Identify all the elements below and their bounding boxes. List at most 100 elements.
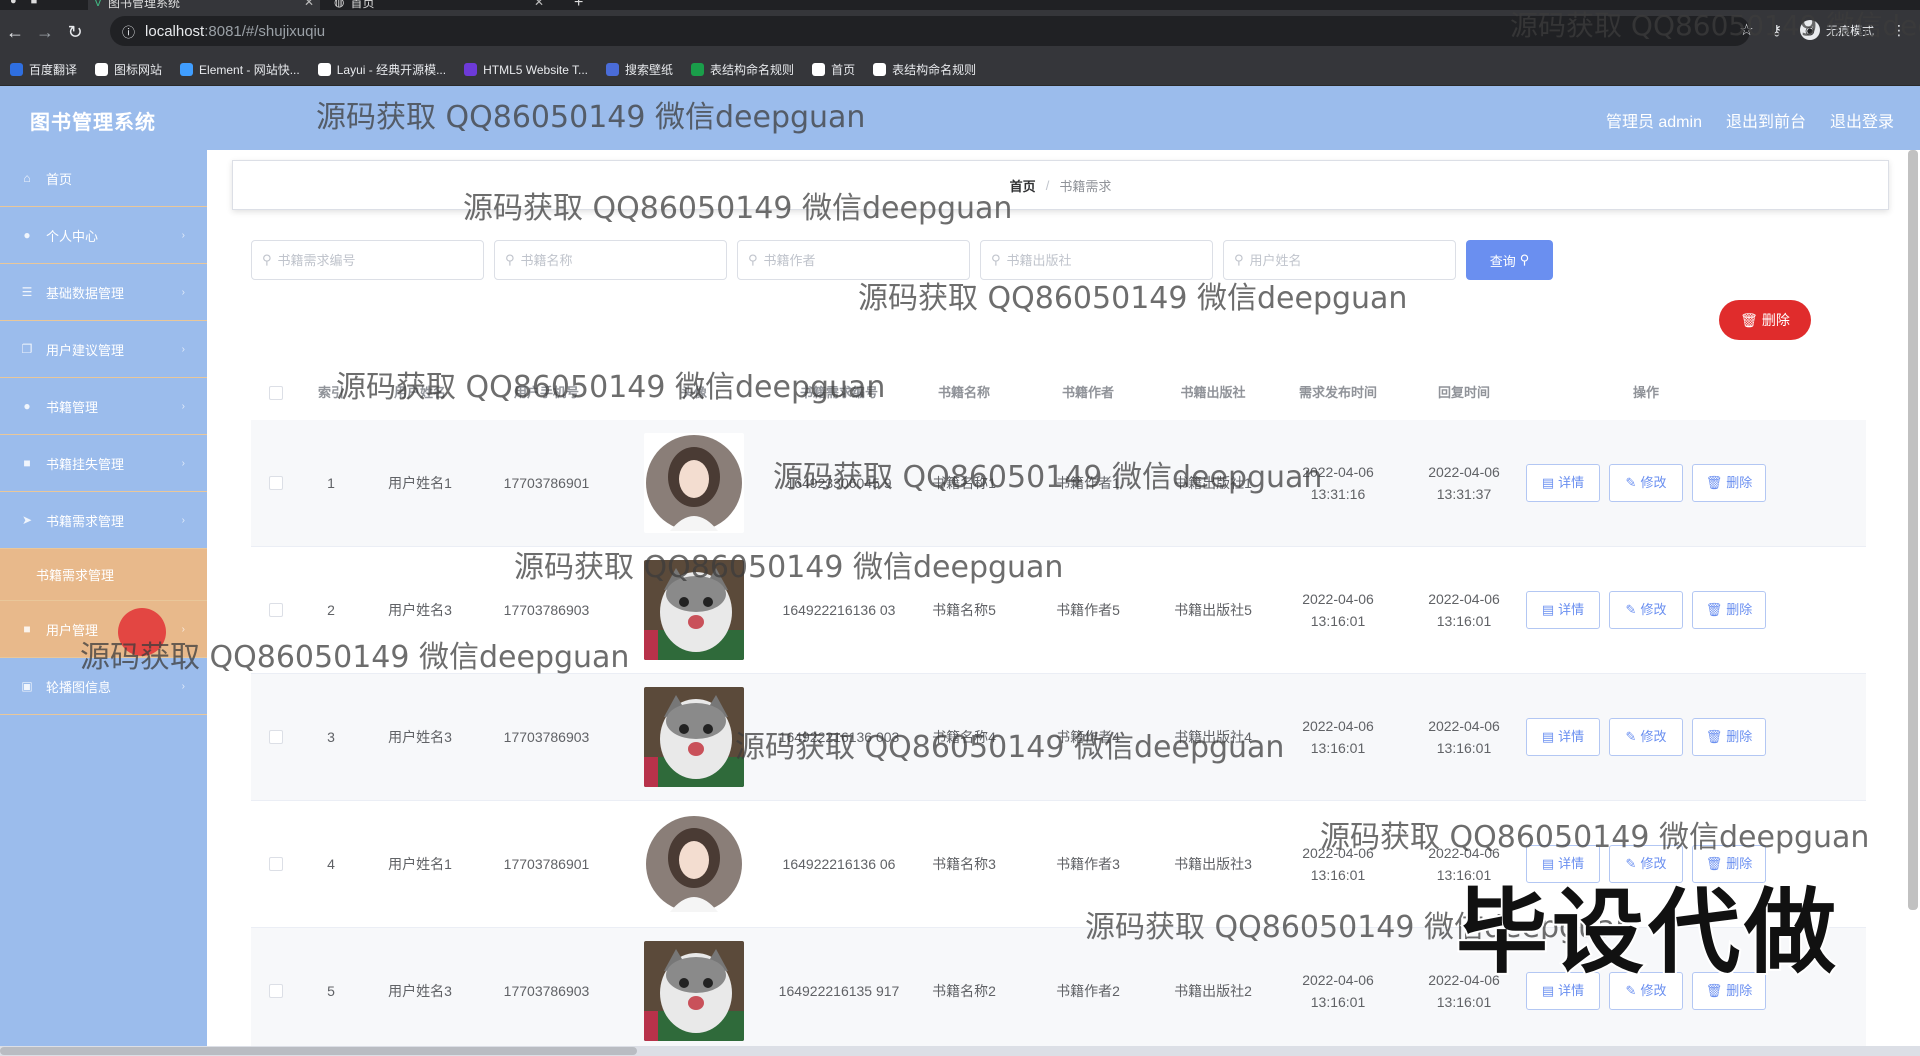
- book-publisher-input[interactable]: [1006, 252, 1197, 268]
- row-checkbox-cell[interactable]: [251, 476, 301, 490]
- edit-button[interactable]: ✎ 修改: [1609, 718, 1683, 756]
- row-checkbox-cell[interactable]: [251, 730, 301, 744]
- checkbox[interactable]: [269, 476, 283, 490]
- sidebar-item-label: 用户管理: [46, 622, 99, 638]
- delete-button[interactable]: 🗑 删除: [1692, 464, 1766, 502]
- column-header: 书籍作者: [1061, 384, 1114, 400]
- detail-button[interactable]: ▤ 详情: [1526, 718, 1600, 756]
- bookmark-icon: [606, 63, 620, 76]
- window-icons: ● ■: [10, 0, 38, 7]
- url-input[interactable]: ⓘ localhost:8081/#/shujixuqiu: [110, 16, 1750, 46]
- cell-author: 书籍作者1: [1056, 474, 1120, 491]
- select-all-checkbox[interactable]: [251, 386, 301, 400]
- cell-t1: 2022-04-06 13:16:01: [1302, 590, 1374, 629]
- column-header: 头像: [680, 384, 707, 400]
- sidebar-item[interactable]: ■ 用户管理 ›: [0, 601, 207, 658]
- reload-icon[interactable]: ↻: [60, 22, 90, 43]
- browser-tab-active[interactable]: V 图书管理系统 ✕: [88, 0, 320, 10]
- edit-button[interactable]: ✎ 修改: [1609, 591, 1683, 629]
- row-checkbox-cell[interactable]: [251, 603, 301, 617]
- checkbox[interactable]: [269, 984, 283, 998]
- sidebar-item[interactable]: 书籍需求管理: [0, 549, 207, 601]
- sidebar-item[interactable]: ■ 书籍挂失管理 ›: [0, 435, 207, 492]
- incognito-indicator[interactable]: ◉ 无痕模式: [1799, 20, 1874, 40]
- column-header: 用户姓名: [393, 384, 446, 400]
- exit-to-front-link[interactable]: 退出到前台: [1726, 108, 1806, 132]
- book-author-search[interactable]: ⚲: [737, 240, 970, 280]
- query-label: 查询: [1489, 253, 1516, 269]
- sidebar-item[interactable]: ❐ 用户建议管理 ›: [0, 321, 207, 378]
- cell-name: 用户姓名1: [388, 474, 452, 491]
- cell-pub: 书籍出版社2: [1174, 982, 1252, 999]
- demand-code-input[interactable]: [277, 252, 468, 268]
- logout-link[interactable]: 退出登录: [1830, 108, 1894, 132]
- checkbox[interactable]: [269, 730, 283, 744]
- bookmark-item[interactable]: 图标网站: [95, 61, 162, 78]
- bookmark-label: 表结构命名规则: [892, 63, 977, 77]
- query-button[interactable]: 查询 ⚲: [1466, 240, 1553, 280]
- user-name-search[interactable]: ⚲: [1223, 240, 1456, 280]
- sidebar-item[interactable]: ● 个人中心 ›: [0, 207, 207, 264]
- delete-button-label: 删除: [1726, 728, 1753, 744]
- horizontal-scrollbar[interactable]: [0, 1046, 1920, 1056]
- sidebar-item[interactable]: ⌂ 首页: [0, 150, 207, 207]
- address-bar: ← → ↻ ⓘ localhost:8081/#/shujixuqiu ☆ ⚷ …: [0, 10, 1920, 54]
- bookmark-item[interactable]: 表结构命名规则: [873, 61, 976, 78]
- book-name-input[interactable]: [520, 252, 711, 268]
- user-name-input[interactable]: [1249, 252, 1440, 268]
- menu-icon[interactable]: ⋮: [1892, 22, 1906, 39]
- scrollbar-thumb[interactable]: [0, 1047, 637, 1055]
- bookmark-item[interactable]: 搜索壁纸: [606, 61, 673, 78]
- vertical-scrollbar[interactable]: [1908, 150, 1918, 910]
- bookmark-item[interactable]: HTML5 Website T...: [464, 63, 588, 77]
- key-icon[interactable]: ⚷: [1772, 22, 1782, 39]
- checkbox[interactable]: [269, 857, 283, 871]
- cell-phone: 17703786901: [503, 855, 590, 872]
- column-header: 用户手机号: [513, 384, 579, 400]
- close-tab-icon[interactable]: ✕: [534, 0, 544, 9]
- sidebar-item[interactable]: ☰ 基础数据管理 ›: [0, 264, 207, 321]
- bookmark-item[interactable]: 表结构命名规则: [691, 61, 794, 78]
- sidebar-item[interactable]: ● 书籍管理 ›: [0, 378, 207, 435]
- batch-delete-button[interactable]: 🗑 删除: [1719, 300, 1811, 340]
- bookmark-label: 首页: [831, 63, 856, 77]
- pencil-icon: ✎: [1625, 601, 1637, 617]
- row-checkbox-cell[interactable]: [251, 984, 301, 998]
- checkbox[interactable]: [269, 603, 283, 617]
- bookmark-item[interactable]: Layui - 经典开源模...: [317, 61, 446, 78]
- delete-button[interactable]: 🗑 删除: [1692, 591, 1766, 629]
- checkbox[interactable]: [269, 386, 283, 400]
- trash-icon: 🗑: [1705, 601, 1723, 617]
- row-checkbox-cell[interactable]: [251, 857, 301, 871]
- star-icon[interactable]: ☆: [1739, 20, 1753, 40]
- column-header: 索引: [317, 384, 344, 400]
- forward-icon[interactable]: →: [30, 22, 60, 43]
- sidebar-item[interactable]: ▣ 轮播图信息 ›: [0, 658, 207, 715]
- send-icon: ➤: [21, 513, 33, 527]
- table-row: 3 用户姓名3 17703786903 164922216136 003 书籍名称4 书籍…: [251, 674, 1866, 801]
- trash-icon: 🗑: [1705, 474, 1723, 490]
- back-icon[interactable]: ←: [0, 22, 30, 43]
- edit-button[interactable]: ✎ 修改: [1609, 464, 1683, 502]
- column-header: 回复时间: [1437, 384, 1490, 400]
- bookmark-item[interactable]: 首页: [812, 61, 855, 78]
- delete-button[interactable]: 🗑 删除: [1692, 718, 1766, 756]
- bookmark-item[interactable]: 百度翻译: [10, 61, 77, 78]
- detail-button[interactable]: ▤ 详情: [1526, 464, 1600, 502]
- book-name-search[interactable]: ⚲: [494, 240, 727, 280]
- breadcrumb-home[interactable]: 首页: [1010, 176, 1036, 195]
- detail-button[interactable]: ▤ 详情: [1526, 591, 1600, 629]
- book-publisher-search[interactable]: ⚲: [980, 240, 1213, 280]
- column-header: 需求发布时间: [1298, 384, 1377, 400]
- bookmark-item[interactable]: Element - 网站快...: [180, 61, 300, 78]
- trash-icon: 🗑: [1740, 311, 1758, 328]
- table-row: 2 用户姓名3 17703786903 164922216136 03 书籍名称5 书籍作…: [251, 547, 1866, 674]
- incognito-label: 无痕模式: [1825, 23, 1874, 38]
- url-path: :8081/#/shujixuqiu: [204, 22, 326, 40]
- bookmark-icon: [464, 63, 478, 76]
- sidebar-item[interactable]: ➤ 书籍需求管理 ›: [0, 492, 207, 549]
- book-author-input[interactable]: [763, 252, 954, 268]
- close-tab-icon[interactable]: ✕: [304, 0, 314, 9]
- browser-tab[interactable]: ◍ 首页 ✕: [328, 0, 550, 10]
- demand-code-search[interactable]: ⚲: [251, 240, 484, 280]
